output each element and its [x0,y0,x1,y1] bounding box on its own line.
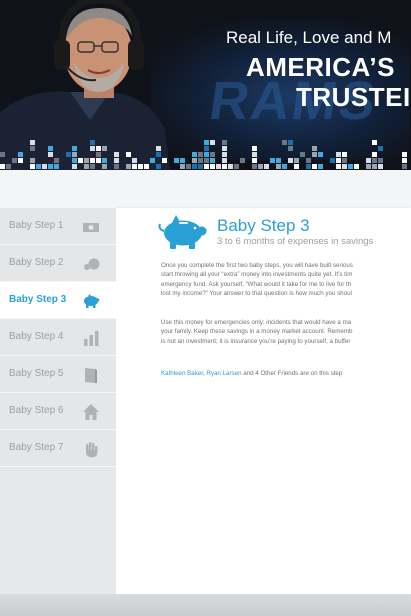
friend-link-ryan-larsen[interactable]: Ryan Larsen [206,370,241,377]
paragraph-line: is not an investment; it is insurance yo… [161,337,351,345]
friend-link-kathleen-baker[interactable]: Kathleen Baker [161,370,203,377]
paragraph-line: your family. Keep these savings in a mon… [161,328,353,336]
friends-on-step: Kathleen Baker, Ryan Larsen and 4 Other … [161,370,342,377]
bar-chart-icon [84,331,99,346]
debt-snowball-icon [84,258,100,270]
sidebar-item-label: Baby Step 6 [9,405,64,416]
sidebar-item-baby-step-5[interactable]: Baby Step 5 [0,356,116,393]
money-bill-icon [83,223,99,232]
pixel-mosaic-decoration [0,140,407,169]
sidebar-item-baby-step-1[interactable]: Baby Step 1 [0,208,116,245]
book-icon [85,368,97,383]
hero-banner: RAMS Real Life, Love and M AMERICA’S TRU… [0,0,411,170]
paragraph-line: start throwing all your “extra” money in… [161,271,353,279]
sidebar-item-label: Baby Step 3 [9,294,67,305]
intro-paragraph: Once you complete the first two baby ste… [161,261,411,298]
sidebar-item-baby-step-7[interactable]: Baby Step 7 [0,430,116,467]
hero-title-line-1: AMERICA’S [246,52,395,82]
paragraph-line: emergency fund. Ask yourself, “What woul… [161,280,352,288]
hand-icon [86,442,98,458]
sidebar-item-baby-step-2[interactable]: Baby Step 2 [0,245,116,282]
sidebar-item-label: Baby Step 7 [9,442,64,453]
sidebar-item-label: Baby Step 4 [9,331,64,342]
sidebar-item-label: Baby Step 1 [9,220,64,231]
sidebar-item-label: Baby Step 5 [9,368,64,379]
piggy-bank-icon [158,215,207,249]
paragraph-line: lost my income?” Your answer to that que… [161,289,352,297]
hero-tagline: Real Life, Love and M [226,28,392,47]
sidebar-item-baby-step-6[interactable]: Baby Step 6 [0,393,116,430]
page-subtitle: 3 to 6 months of expenses in savings [217,236,374,247]
sidebar-item-baby-step-3[interactable]: Baby Step 3 [0,282,116,319]
paragraph-line: Use this money for emergencies only: inc… [161,319,352,326]
sidebar-item-label: Baby Step 2 [9,257,64,268]
page-title: Baby Step 3 [217,216,310,235]
bottom-bar [0,594,411,616]
piggy-bank-icon [84,294,100,308]
friends-count-text: and 4 Other Friends are on this step [241,370,343,377]
baby-steps-sidebar: Baby Step 1 Baby Step 2 Baby Step 3 Baby… [0,208,116,594]
emergency-paragraph: Use this money for emergencies only: inc… [161,318,411,346]
hero-title-line-2: TRUSTEI [296,82,411,112]
house-icon [83,404,99,420]
paragraph-line: Once you complete the first two baby ste… [161,262,353,269]
sidebar-item-baby-step-4[interactable]: Baby Step 4 [0,319,116,356]
